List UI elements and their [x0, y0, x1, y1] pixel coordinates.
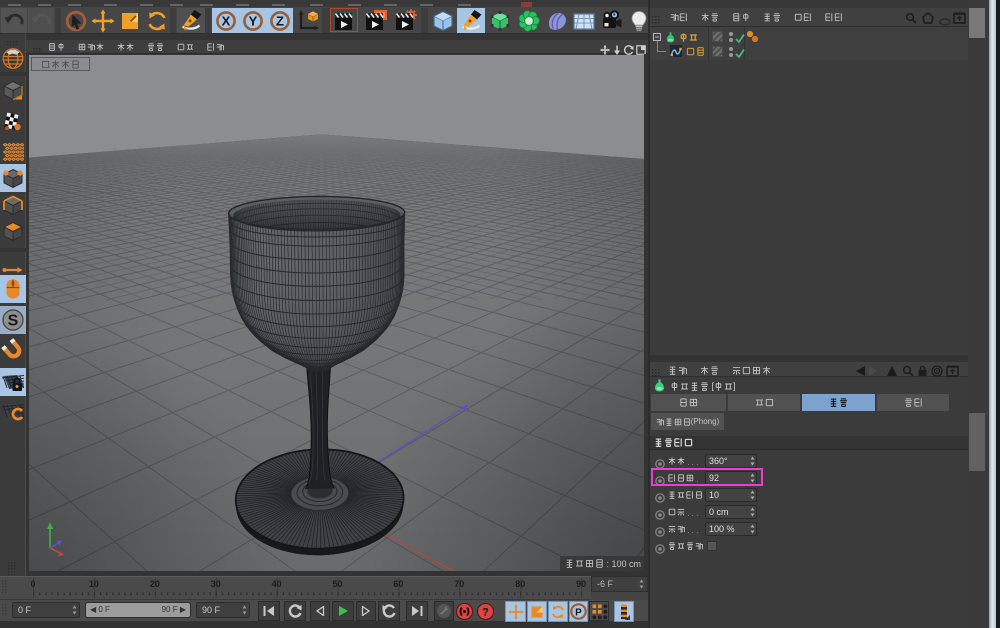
svg-text:?: ?	[482, 606, 489, 618]
svg-text:70: 70	[454, 579, 464, 589]
svg-text:90: 90	[576, 579, 586, 589]
svg-text:P: P	[575, 608, 582, 619]
svg-text:20: 20	[150, 579, 160, 589]
svg-text:0: 0	[30, 579, 35, 589]
svg-text:10: 10	[89, 579, 99, 589]
svg-text:30: 30	[211, 579, 221, 589]
svg-text:50: 50	[332, 579, 342, 589]
svg-text:80: 80	[515, 579, 525, 589]
svg-text:60: 60	[393, 579, 403, 589]
svg-text:40: 40	[272, 579, 282, 589]
